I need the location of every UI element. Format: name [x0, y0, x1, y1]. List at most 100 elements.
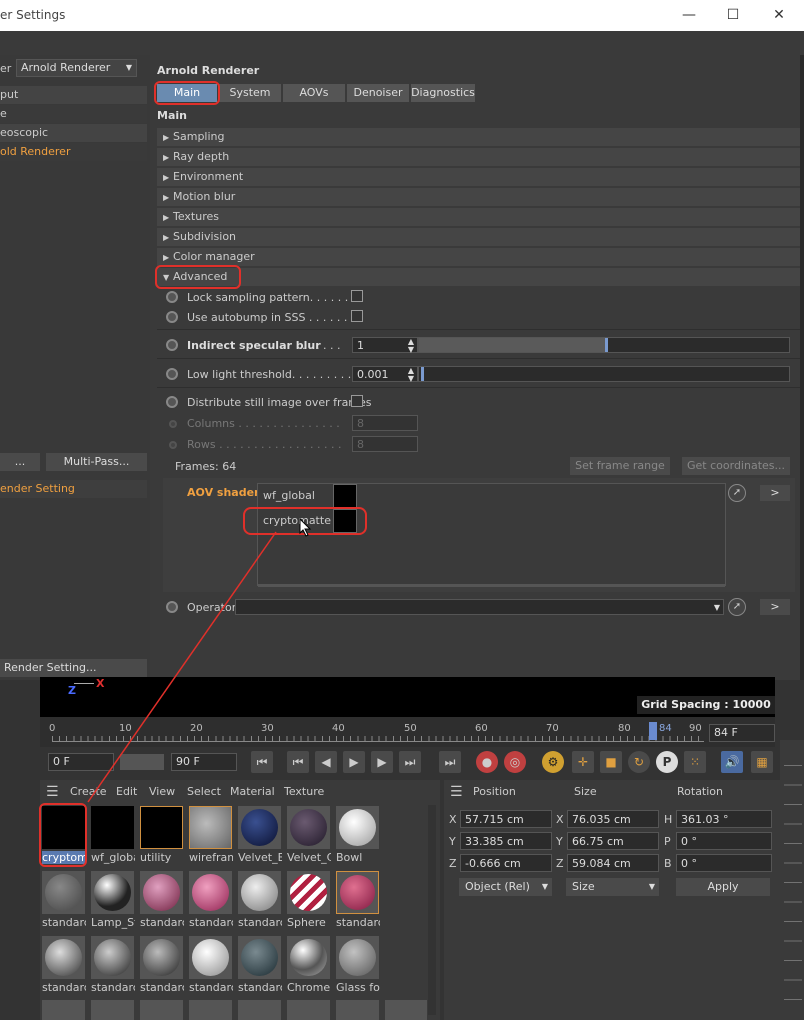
tab-aovs[interactable]: AOVs: [283, 84, 345, 102]
goto-end-icon[interactable]: ⏭: [439, 751, 461, 773]
get-coordinates-button[interactable]: Get coordinates...: [682, 457, 790, 475]
material-item[interactable]: standarc: [90, 935, 135, 995]
material-item[interactable]: standarc: [41, 870, 86, 930]
size-x-field[interactable]: 76.035 cm: [567, 810, 659, 828]
aov-item-cryptomatte[interactable]: cryptomatte: [263, 514, 331, 527]
indirect-specular-radio[interactable]: [166, 339, 178, 351]
coord-mode-select[interactable]: Object (Rel) ▼: [459, 878, 552, 896]
multipass-button[interactable]: Multi-Pass...: [46, 453, 147, 471]
material-item[interactable]: Velvet_C: [286, 805, 331, 865]
section-environment[interactable]: ▶ Environment: [157, 168, 800, 186]
aov-item-wf-global[interactable]: wf_global: [263, 489, 315, 502]
slider-handle[interactable]: [605, 338, 608, 352]
size-mode-select[interactable]: Size ▼: [566, 878, 659, 896]
position-y-field[interactable]: 33.385 cm: [460, 832, 552, 850]
left-item-arnold[interactable]: old Renderer: [0, 143, 147, 161]
menu-texture[interactable]: Texture: [284, 785, 324, 798]
tab-diagnostics[interactable]: Diagnostics: [411, 84, 475, 102]
indirect-specular-slider[interactable]: [418, 337, 790, 353]
slider-handle[interactable]: [421, 367, 424, 381]
position-key-icon[interactable]: ✛: [572, 751, 594, 773]
size-z-field[interactable]: 59.084 cm: [567, 854, 659, 872]
operator-more-button[interactable]: >: [760, 599, 790, 615]
renderer-select[interactable]: Arnold Renderer ▼: [16, 59, 137, 77]
material-item[interactable]: Bowl: [335, 805, 380, 865]
tab-system[interactable]: System: [219, 84, 281, 102]
effect-button[interactable]: ...: [0, 453, 40, 471]
material-item[interactable]: Lamp_St: [90, 870, 135, 930]
scale-key-icon[interactable]: ■: [600, 751, 622, 773]
maximize-button[interactable]: ☐: [723, 5, 743, 25]
position-x-field[interactable]: 57.715 cm: [460, 810, 552, 828]
material-item[interactable]: Chrome: [286, 935, 331, 995]
indirect-specular-field[interactable]: 1 ▲ ▼: [352, 337, 418, 354]
prev-frame-icon[interactable]: ◀: [315, 751, 337, 773]
material-item[interactable]: wirefram: [188, 805, 233, 865]
low-light-radio[interactable]: [166, 368, 178, 380]
lock-sampling-radio[interactable]: [166, 291, 178, 303]
left-item-save[interactable]: e: [0, 105, 147, 123]
left-item-stereoscopic[interactable]: eoscopic: [0, 124, 147, 142]
size-y-field[interactable]: 66.75 cm: [567, 832, 659, 850]
sound-icon[interactable]: 🔊: [721, 751, 743, 773]
keyframe-selection-icon[interactable]: ⚙: [542, 751, 564, 773]
material-item[interactable]: standarc: [139, 935, 184, 995]
material-item[interactable]: Velvet_B: [237, 805, 282, 865]
section-color-manager[interactable]: ▶ Color manager: [157, 248, 800, 266]
close-button[interactable]: ✕: [769, 5, 789, 25]
section-motion-blur[interactable]: ▶ Motion blur: [157, 188, 800, 206]
play-icon[interactable]: ▶: [343, 751, 365, 773]
apply-button[interactable]: Apply: [676, 878, 770, 896]
material-item[interactable]: Sphere: [286, 870, 331, 930]
pick-icon[interactable]: ➚: [728, 484, 746, 502]
section-textures[interactable]: ▶ Textures: [157, 208, 800, 226]
aov-list[interactable]: [257, 483, 726, 586]
point-level-icon[interactable]: ⁙: [684, 751, 706, 773]
position-z-field[interactable]: -0.666 cm: [460, 854, 552, 872]
prev-key-icon[interactable]: ⏮: [287, 751, 309, 773]
distribute-radio[interactable]: [166, 396, 178, 408]
render-setting-item[interactable]: ender Setting: [0, 480, 147, 498]
film-icon[interactable]: ▦: [751, 751, 773, 773]
tab-denoiser[interactable]: Denoiser: [347, 84, 409, 102]
tab-main[interactable]: Main: [157, 84, 217, 102]
current-frame-field[interactable]: 84 F: [709, 724, 775, 742]
distribute-checkbox[interactable]: [351, 395, 363, 407]
low-light-field[interactable]: 0.001 ▲ ▼: [352, 366, 418, 383]
left-item-output[interactable]: put: [0, 86, 147, 104]
rotation-b-field[interactable]: 0 °: [676, 854, 772, 872]
scrollbar[interactable]: [800, 55, 804, 680]
material-item[interactable]: wf_globa: [90, 805, 135, 865]
rotation-p-field[interactable]: 0 °: [676, 832, 772, 850]
section-sampling[interactable]: ▶ Sampling: [157, 128, 800, 146]
material-item[interactable]: standarc: [188, 935, 233, 995]
minimize-button[interactable]: —: [679, 5, 699, 25]
autokey-icon[interactable]: ◎: [504, 751, 526, 773]
hamburger-menu-icon[interactable]: ☰: [46, 784, 59, 800]
material-item[interactable]: standarc: [237, 935, 282, 995]
next-key-icon[interactable]: ⏭: [399, 751, 421, 773]
operator-field[interactable]: ▼: [235, 599, 724, 615]
material-scrollbar[interactable]: [428, 805, 436, 1015]
parameter-key-icon[interactable]: P: [656, 751, 678, 773]
autobump-radio[interactable]: [166, 311, 178, 323]
record-icon[interactable]: ●: [476, 751, 498, 773]
pick-icon[interactable]: ➚: [728, 598, 746, 616]
material-item[interactable]: cryptom: [41, 805, 86, 865]
material-item[interactable]: standarc: [237, 870, 282, 930]
rotation-key-icon[interactable]: ↻: [628, 751, 650, 773]
playhead[interactable]: [649, 722, 657, 740]
aov-more-button[interactable]: >: [760, 485, 790, 501]
material-item[interactable]: standarc: [335, 870, 380, 930]
material-item[interactable]: standarc: [188, 870, 233, 930]
rotation-h-field[interactable]: 361.03 °: [676, 810, 772, 828]
material-item[interactable]: utility: [139, 805, 184, 865]
material-item[interactable]: standarc: [139, 870, 184, 930]
next-frame-icon[interactable]: ▶: [371, 751, 393, 773]
set-frame-range-button[interactable]: Set frame range: [570, 457, 670, 475]
material-item[interactable]: Glass for: [335, 935, 380, 995]
object-tree[interactable]: [784, 765, 802, 1015]
section-advanced[interactable]: ▼ Advanced: [157, 268, 800, 286]
hamburger-menu-icon[interactable]: ☰: [450, 784, 463, 800]
material-item[interactable]: standarc: [41, 935, 86, 995]
